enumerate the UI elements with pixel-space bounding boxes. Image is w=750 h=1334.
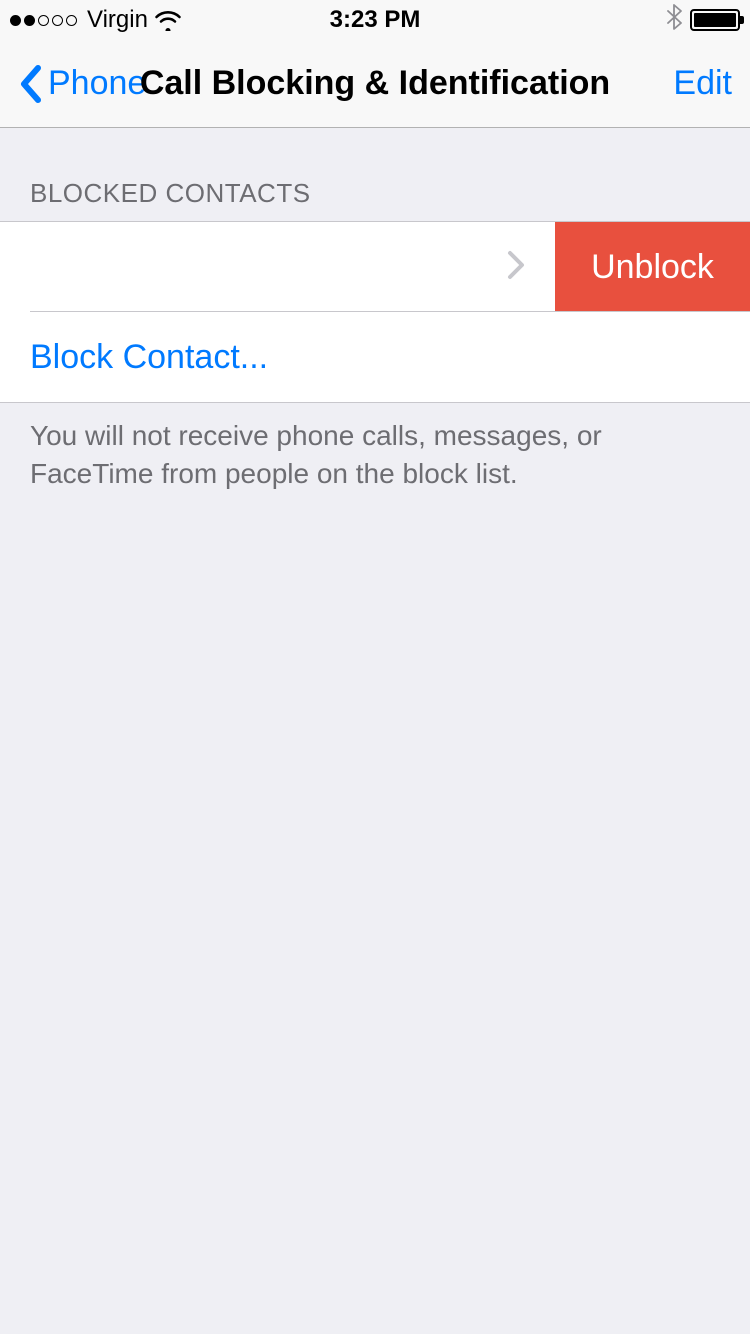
chevron-right-icon — [507, 250, 525, 285]
section-header-blocked: Blocked Contacts — [0, 128, 750, 221]
unblock-button[interactable]: Unblock — [555, 222, 750, 312]
blocked-contacts-list: y (home) Unblock Block Contact... — [0, 221, 750, 403]
nav-bar: Phone Call Blocking & Identification Edi… — [0, 40, 750, 128]
chevron-left-icon — [18, 64, 42, 104]
signal-strength-icon — [10, 15, 77, 26]
status-left: Virgin — [10, 6, 182, 34]
edit-button[interactable]: Edit — [673, 64, 732, 103]
page-title: Call Blocking & Identification — [140, 64, 610, 103]
status-time: 3:23 PM — [330, 6, 421, 34]
bluetooth-icon — [666, 4, 682, 37]
block-contact-label: Block Contact... — [30, 338, 268, 377]
wifi-icon — [154, 9, 182, 31]
status-right — [666, 4, 740, 37]
unblock-label: Unblock — [591, 248, 714, 287]
back-label: Phone — [48, 64, 146, 103]
back-button[interactable]: Phone — [18, 64, 146, 104]
status-bar: Virgin 3:23 PM — [0, 0, 750, 40]
carrier-label: Virgin — [87, 6, 148, 34]
blocked-contact-row[interactable]: y (home) Unblock — [0, 222, 750, 312]
battery-icon — [690, 9, 740, 31]
block-contact-button[interactable]: Block Contact... — [0, 312, 750, 402]
section-footer: You will not receive phone calls, messag… — [0, 403, 750, 493]
